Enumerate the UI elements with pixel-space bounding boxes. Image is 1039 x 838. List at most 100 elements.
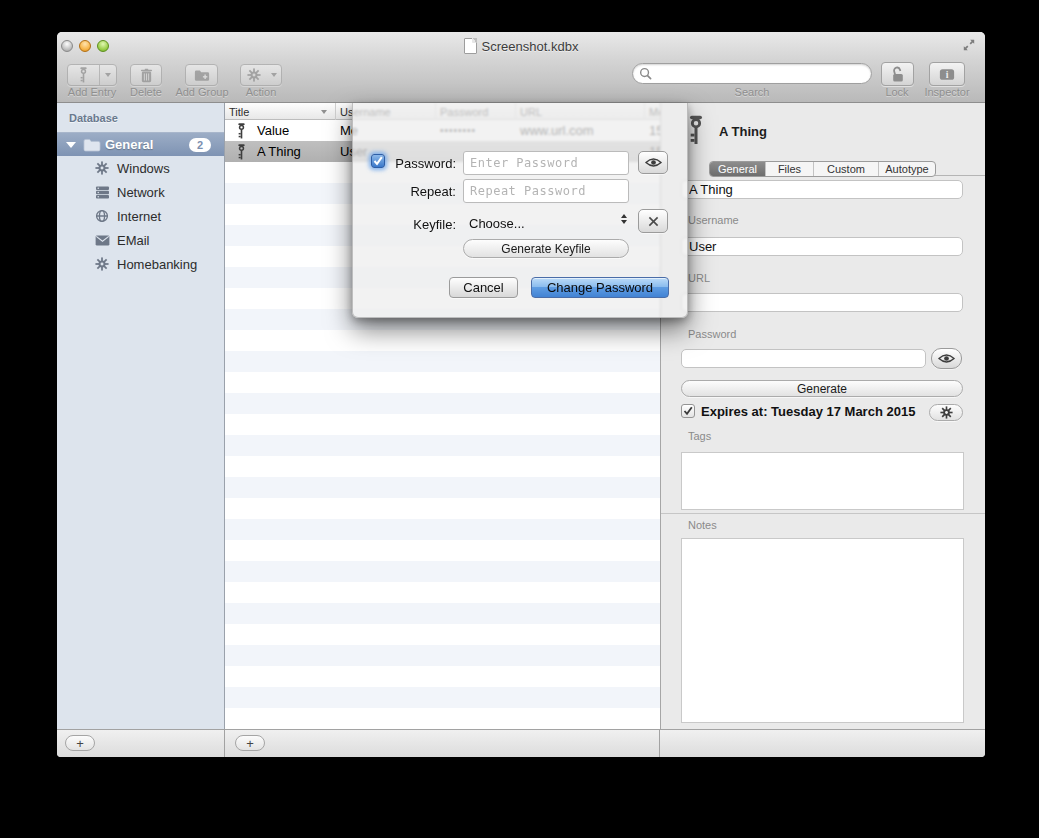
sort-indicator-icon [321, 110, 327, 114]
delete-button[interactable] [130, 64, 162, 86]
generate-button[interactable]: Generate [681, 380, 963, 397]
folder-plus-icon [194, 69, 210, 82]
plus-icon: + [246, 736, 254, 751]
sidebar-header: Database [69, 112, 118, 124]
password-label: Password [688, 328, 736, 340]
cell-title: Value [257, 120, 289, 141]
server-icon [95, 186, 110, 199]
sidebar-item-label: Windows [117, 161, 170, 176]
notes-textarea[interactable] [681, 538, 964, 723]
envelope-icon [95, 235, 110, 246]
add-entry-bottom-button[interactable]: + [235, 735, 265, 751]
expires-checkbox[interactable] [681, 404, 695, 418]
add-entry-button[interactable] [67, 64, 117, 86]
repeat-input[interactable] [463, 179, 629, 203]
generate-keyfile-button[interactable]: Generate Keyfile [463, 239, 629, 258]
search-icon [639, 67, 652, 80]
change-password-dialog: Password: Repeat: Keyfile: Choose... Gen… [352, 103, 688, 318]
inspector-button[interactable]: i [929, 62, 965, 86]
column-header-title[interactable]: Title [225, 103, 336, 120]
item-count-badge: 2 [189, 138, 211, 152]
url-field[interactable] [681, 293, 963, 312]
trash-icon [140, 68, 153, 83]
tags-label: Tags [688, 430, 711, 442]
bottom-bar: + + [57, 729, 985, 757]
inspector-panel: A Thing General Files Custom Autotype Us… [660, 103, 985, 729]
svg-text:i: i [946, 69, 949, 80]
entry-title: A Thing [719, 124, 767, 139]
sidebar: Database General 2 Windows Network Inter… [57, 103, 225, 729]
clear-keyfile-button[interactable] [638, 209, 668, 233]
titlebar: Screenshot.kdbx [57, 32, 985, 60]
cancel-button[interactable]: Cancel [449, 277, 518, 298]
gear-icon [247, 68, 261, 82]
plus-icon: + [76, 736, 84, 751]
title-field[interactable] [681, 180, 963, 199]
add-group-label: Add Group [170, 86, 234, 98]
stepper-icon[interactable] [621, 214, 627, 224]
tags-textarea[interactable] [681, 452, 964, 510]
add-entry-label: Add Entry [67, 86, 117, 98]
toolbar: Add Entry Delete Add Group Action [57, 60, 985, 103]
check-icon [682, 405, 694, 417]
sidebar-item-general[interactable]: General 2 [57, 132, 224, 156]
action-button[interactable] [240, 64, 282, 86]
eye-icon [938, 353, 955, 364]
key-icon [236, 123, 247, 139]
globe-icon [95, 209, 109, 223]
search-field[interactable] [632, 63, 872, 84]
expires-label: Expires at: Tuesday 17 March 2015 [701, 404, 915, 419]
action-label: Action [240, 86, 282, 98]
cell-title: A Thing [257, 141, 301, 162]
username-field[interactable] [681, 237, 963, 256]
document-icon [464, 38, 477, 54]
lock-button[interactable] [881, 62, 914, 86]
divider [934, 175, 985, 176]
sidebar-item-network[interactable]: Network [57, 180, 224, 204]
eye-icon [645, 157, 662, 168]
key-icon [686, 114, 706, 146]
sidebar-item-email[interactable]: EMail [57, 228, 224, 252]
disclosure-triangle-icon[interactable] [66, 142, 76, 148]
divider [661, 513, 985, 514]
lock-icon [890, 66, 906, 83]
sidebar-item-internet[interactable]: Internet [57, 204, 224, 228]
password-input[interactable] [463, 151, 629, 175]
reveal-password-button[interactable] [931, 348, 962, 369]
password-label: Password: [353, 156, 456, 171]
reveal-password-button[interactable] [638, 151, 668, 174]
search-input[interactable] [652, 67, 865, 81]
tab-general[interactable]: General [710, 162, 766, 176]
sidebar-item-label: EMail [117, 233, 150, 248]
tab-files[interactable]: Files [766, 162, 814, 176]
expires-settings-button[interactable] [929, 404, 963, 421]
password-field[interactable] [681, 349, 926, 368]
url-label: URL [688, 272, 710, 284]
inspector-tabs: General Files Custom Autotype [709, 161, 936, 177]
info-icon: i [939, 68, 955, 81]
fullscreen-icon[interactable] [962, 38, 976, 52]
keyfile-popup[interactable]: Choose... [469, 216, 525, 231]
add-group-button[interactable] [185, 64, 218, 86]
sidebar-item-homebanking[interactable]: Homebanking [57, 252, 224, 276]
folder-icon [83, 138, 101, 152]
close-icon [648, 216, 659, 227]
window-title: Screenshot.kdbx [482, 39, 579, 54]
change-password-button[interactable]: Change Password [531, 277, 669, 298]
notes-label: Notes [688, 519, 717, 531]
sidebar-item-label: General [105, 137, 153, 152]
tab-autotype[interactable]: Autotype [879, 162, 935, 176]
chevron-down-icon [271, 73, 277, 77]
chevron-down-icon [105, 73, 111, 77]
key-icon [78, 67, 89, 83]
key-icon [236, 144, 247, 160]
sidebar-item-windows[interactable]: Windows [57, 156, 224, 180]
window-chrome: Screenshot.kdbx Add Entry Delete [57, 32, 985, 103]
gear-icon [95, 161, 109, 175]
inspector-label: Inspector [907, 86, 985, 98]
add-group-bottom-button[interactable]: + [65, 735, 95, 751]
search-label: Search [632, 86, 872, 98]
tab-custom[interactable]: Custom [814, 162, 879, 176]
sidebar-item-label: Network [117, 185, 165, 200]
gear-icon [95, 257, 109, 271]
